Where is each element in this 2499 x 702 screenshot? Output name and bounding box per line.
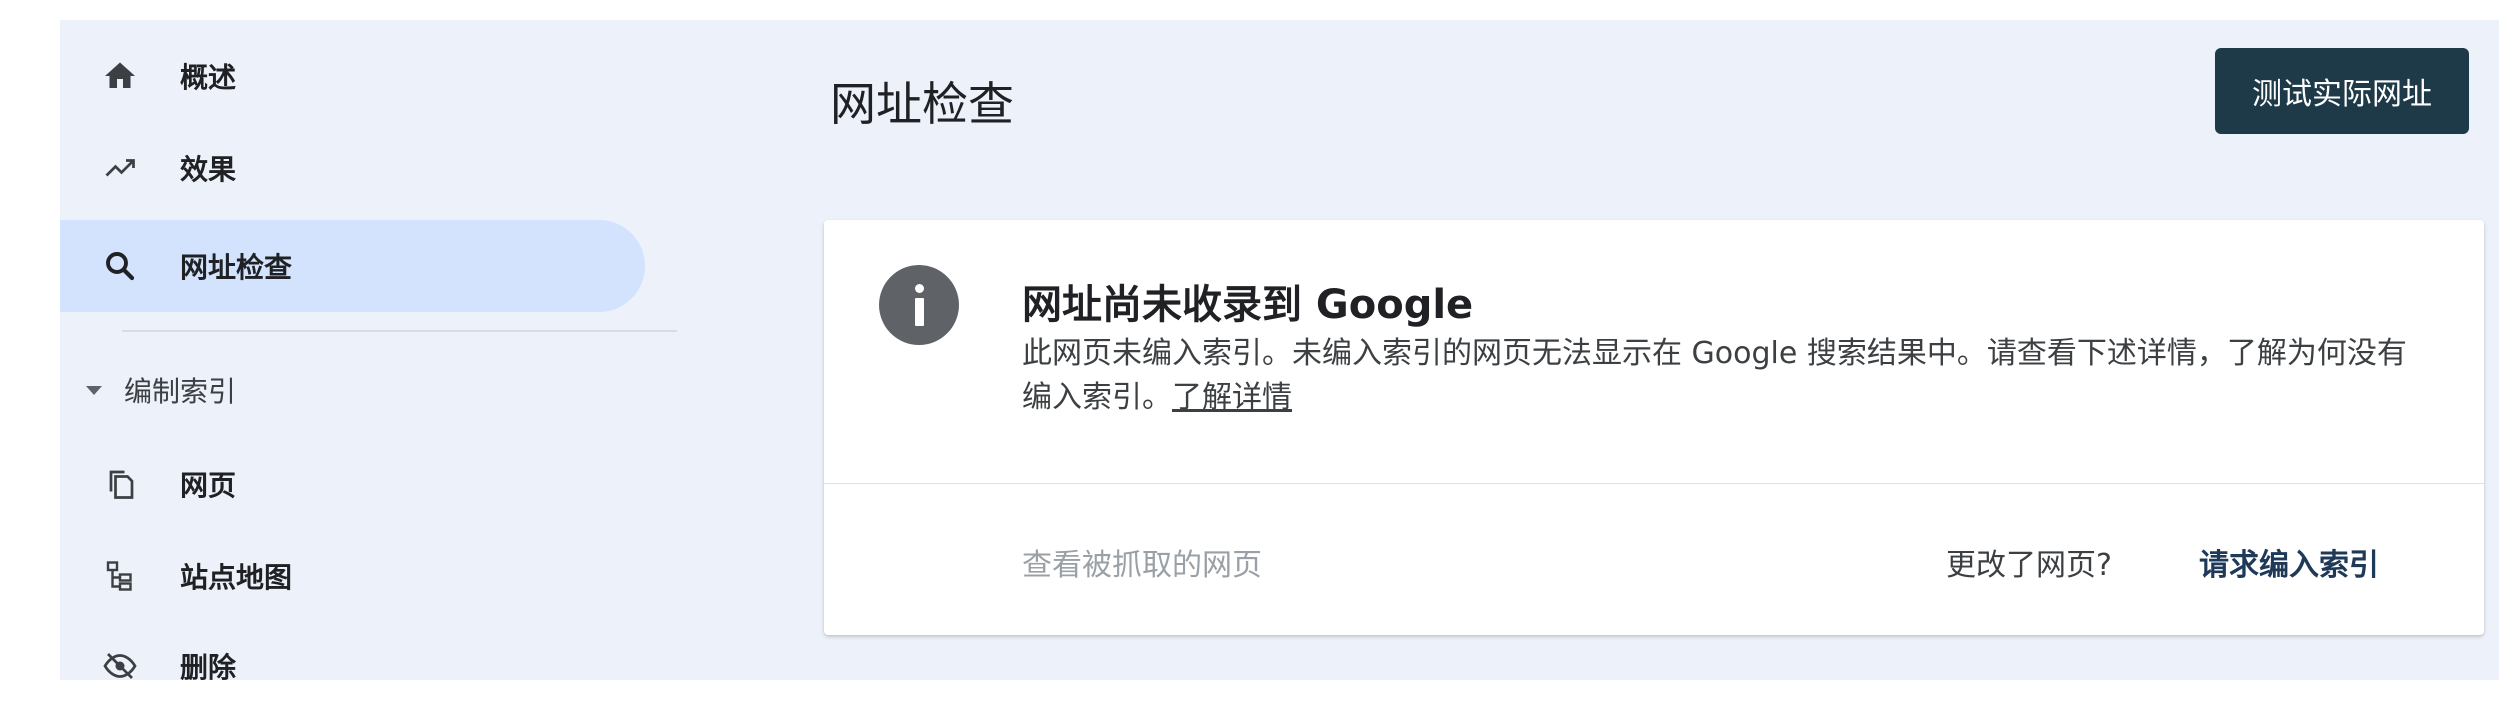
learn-more-link[interactable]: 了解详情 bbox=[1172, 380, 1292, 415]
sidebar-section-indexing[interactable]: 编制索引 bbox=[80, 370, 236, 410]
sidebar-divider bbox=[122, 330, 677, 332]
test-live-url-button[interactable]: 测试实际网址 bbox=[2215, 48, 2469, 134]
sitemap-icon bbox=[100, 556, 140, 596]
sidebar: 概述 效果 网址检查 编制索引 网页 站点地图 删除 bbox=[60, 20, 680, 680]
sidebar-item-label: 概述 bbox=[180, 61, 237, 94]
search-console-app: 概述 效果 网址检查 编制索引 网页 站点地图 删除 网址检查 测试实际网址 网… bbox=[60, 20, 2499, 680]
page-changed-text: 更改了网页? bbox=[1946, 548, 2112, 583]
sidebar-item-url-inspection[interactable]: 网址检查 bbox=[60, 220, 645, 312]
sidebar-item-label: 站点地图 bbox=[180, 561, 293, 594]
inspection-result-card: 网址尚未收录到 Google 此网页未编入索引。未编入索引的网页无法显示在 Go… bbox=[824, 220, 2484, 635]
removals-icon bbox=[100, 646, 140, 680]
view-crawled-page-button[interactable]: 查看被抓取的网页 bbox=[1022, 540, 1262, 584]
trending-up-icon bbox=[100, 148, 140, 188]
card-divider bbox=[824, 483, 2484, 484]
result-description: 此网页未编入索引。未编入索引的网页无法显示在 Google 搜索结果中。请查看下… bbox=[1022, 332, 2422, 420]
sidebar-item-performance[interactable]: 效果 bbox=[60, 122, 645, 214]
search-icon bbox=[100, 246, 140, 286]
sidebar-item-overview[interactable]: 概述 bbox=[60, 30, 645, 122]
page-title: 网址检查 bbox=[830, 77, 1014, 131]
result-title: 网址尚未收录到 Google bbox=[1022, 282, 1474, 328]
sidebar-item-removals[interactable]: 删除 bbox=[60, 620, 645, 680]
sidebar-item-label: 网址检查 bbox=[180, 251, 293, 284]
home-icon bbox=[100, 56, 140, 96]
caret-down-icon bbox=[86, 385, 102, 395]
info-icon bbox=[879, 265, 959, 345]
sidebar-item-pages[interactable]: 网页 bbox=[60, 438, 645, 530]
pages-icon bbox=[100, 464, 140, 504]
section-label: 编制索引 bbox=[124, 375, 237, 408]
sidebar-item-label: 删除 bbox=[180, 651, 237, 680]
sidebar-item-sitemaps[interactable]: 站点地图 bbox=[60, 530, 645, 622]
sidebar-item-label: 网页 bbox=[180, 469, 237, 502]
request-indexing-button[interactable]: 请求编入索引 bbox=[2199, 540, 2379, 584]
sidebar-item-label: 效果 bbox=[180, 153, 237, 186]
